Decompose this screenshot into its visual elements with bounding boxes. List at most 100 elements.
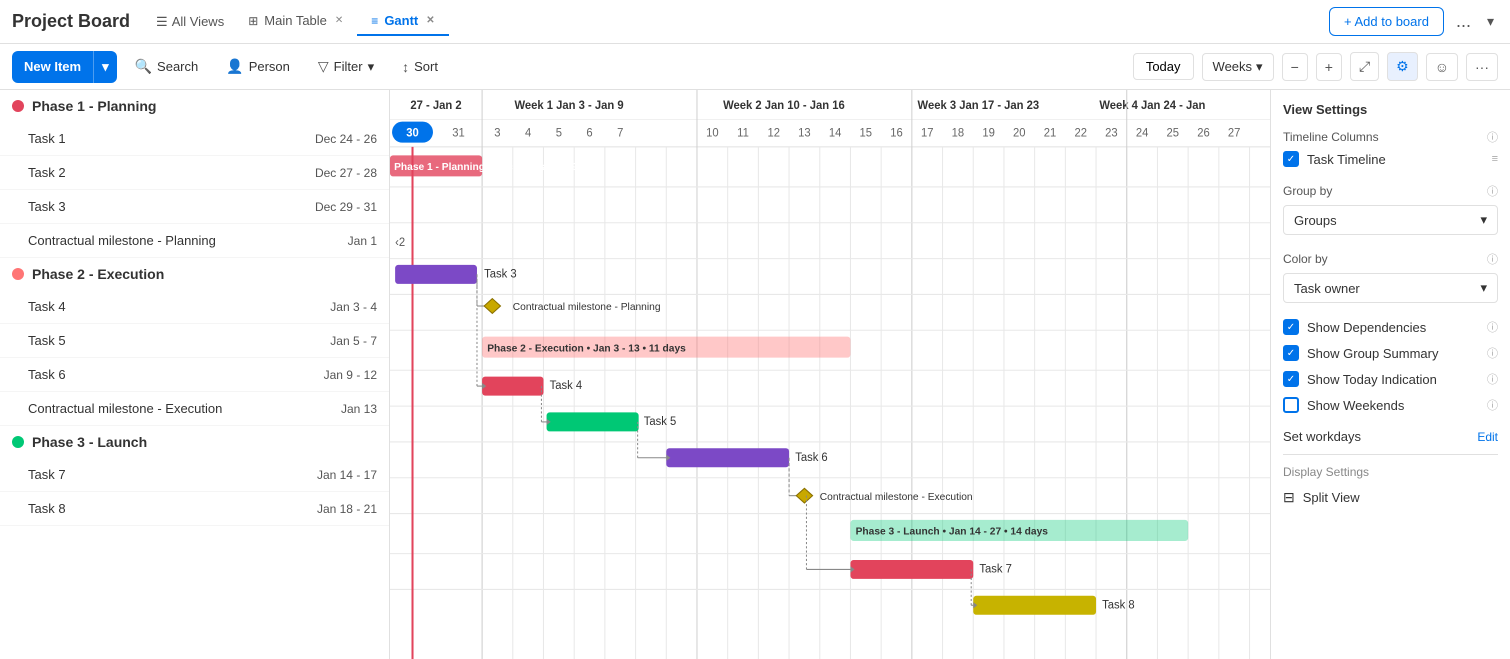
group-by-chevron: ▾ xyxy=(1480,212,1487,228)
svg-text:16: 16 xyxy=(890,127,903,139)
color-by-label: Color by ⓘ xyxy=(1283,251,1498,267)
group-by-section: Group by ⓘ Groups ▾ xyxy=(1283,183,1498,235)
checkmark-icon: ✓ xyxy=(1287,322,1295,333)
all-views-button[interactable]: ☰ All Views xyxy=(146,9,234,35)
new-item-button[interactable]: New Item ▾ xyxy=(12,51,117,83)
toolbar-right: Today Weeks ▾ − + ⤢ ⚙ ☺ ··· xyxy=(1133,52,1498,81)
group-phase2-header[interactable]: Phase 2 - Execution xyxy=(0,258,389,290)
show-group-summary-item: ✓ Show Group Summary ⓘ xyxy=(1283,345,1498,361)
show-today-item: ✓ Show Today Indication ⓘ xyxy=(1283,371,1498,387)
svg-text:‹2: ‹2 xyxy=(395,237,405,249)
checkboxes-section: ✓ Show Dependencies ⓘ ✓ Show Group Summa… xyxy=(1283,319,1498,413)
search-icon: 🔍 xyxy=(135,58,152,75)
sort-action[interactable]: ↕ Sort xyxy=(392,54,448,80)
svg-text:Week 1 Jan 3 - Jan 9: Week 1 Jan 3 - Jan 9 xyxy=(515,100,624,112)
filter-chevron: ▾ xyxy=(368,59,375,75)
svg-text:Contractual milestone - Planni: Contractual milestone - Planning xyxy=(513,302,661,313)
svg-text:13: 13 xyxy=(798,127,811,139)
checkmark-icon: ✓ xyxy=(1287,348,1295,359)
zoom-in-button[interactable]: + xyxy=(1316,53,1342,81)
group-by-dropdown[interactable]: Groups ▾ xyxy=(1283,205,1498,235)
person-action[interactable]: 👤 Person xyxy=(216,53,300,80)
show-today-info[interactable]: ⓘ xyxy=(1487,371,1498,387)
phase2-dot xyxy=(12,268,24,280)
fullscreen-button[interactable]: ⤢ xyxy=(1350,52,1379,81)
svg-text:Task 7: Task 7 xyxy=(979,563,1011,575)
task-row[interactable]: Task 3 Dec 29 - 31 xyxy=(0,190,389,224)
show-group-summary-checkbox[interactable]: ✓ xyxy=(1283,345,1299,361)
task-timeline-info[interactable]: ≡ xyxy=(1492,153,1498,165)
svg-text:6: 6 xyxy=(586,127,592,139)
task-timeline-checkbox[interactable]: ✓ xyxy=(1283,151,1299,167)
display-settings-title: Display Settings xyxy=(1283,465,1498,479)
svg-text:Phase 3 - Launch • Jan 14 - 27: Phase 3 - Launch • Jan 14 - 27 • 14 days xyxy=(856,527,1049,538)
search-action[interactable]: 🔍 Search xyxy=(125,53,209,80)
group-phase1-header[interactable]: Phase 1 - Planning xyxy=(0,90,389,122)
svg-text:26: 26 xyxy=(1197,127,1210,139)
svg-text:27: 27 xyxy=(1228,127,1241,139)
header-chevron-button[interactable]: ▾ xyxy=(1483,9,1498,34)
tab-main-table-close[interactable]: ✕ xyxy=(335,15,343,26)
show-today-checkbox[interactable]: ✓ xyxy=(1283,371,1299,387)
task-row[interactable]: Contractual milestone - Execution Jan 13 xyxy=(0,392,389,426)
svg-text:5: 5 xyxy=(556,127,562,139)
group-by-info[interactable]: ⓘ xyxy=(1487,183,1498,199)
svg-text:Task 3: Task 3 xyxy=(484,268,516,280)
toolbar-more-button[interactable]: ··· xyxy=(1466,53,1498,81)
svg-text:Contractual milestone - Execut: Contractual milestone - Execution xyxy=(820,492,973,503)
today-button[interactable]: Today xyxy=(1133,53,1194,80)
svg-text:3: 3 xyxy=(494,127,500,139)
svg-text:11: 11 xyxy=(737,127,749,139)
split-view-row[interactable]: ⊟ Split View xyxy=(1283,489,1498,506)
edit-workdays-link[interactable]: Edit xyxy=(1477,430,1498,444)
color-by-dropdown[interactable]: Task owner ▾ xyxy=(1283,273,1498,303)
app-title: Project Board xyxy=(12,11,130,32)
task-row[interactable]: Task 6 Jan 9 - 12 xyxy=(0,358,389,392)
new-item-caret[interactable]: ▾ xyxy=(93,51,117,83)
show-dep-info[interactable]: ⓘ xyxy=(1487,319,1498,335)
filter-icon: ▽ xyxy=(318,58,329,75)
show-dependencies-checkbox[interactable]: ✓ xyxy=(1283,319,1299,335)
tab-gantt-close[interactable]: ✕ xyxy=(426,15,434,26)
list-icon: ☰ xyxy=(156,14,168,30)
svg-text:Task 5: Task 5 xyxy=(644,416,676,428)
color-by-info[interactable]: ⓘ xyxy=(1487,251,1498,267)
task-row[interactable]: Task 2 Dec 27 - 28 xyxy=(0,156,389,190)
add-to-board-button[interactable]: + Add to board xyxy=(1329,7,1444,36)
show-weekends-checkbox[interactable] xyxy=(1283,397,1299,413)
zoom-out-button[interactable]: − xyxy=(1282,53,1308,81)
svg-text:15: 15 xyxy=(860,127,873,139)
timeline-columns-info[interactable]: ⓘ xyxy=(1487,129,1498,145)
task-row[interactable]: Task 4 Jan 3 - 4 xyxy=(0,290,389,324)
gantt-svg: 27 - Jan 2 Week 1 Jan 3 - Jan 9 Week 2 J… xyxy=(390,90,1270,659)
svg-text:Task 8: Task 8 xyxy=(1102,599,1134,611)
set-workdays-row: Set workdays Edit xyxy=(1283,429,1498,444)
svg-text:21: 21 xyxy=(1044,127,1057,139)
filter-action[interactable]: ▽ Filter ▾ xyxy=(308,53,384,80)
svg-text:Task 4: Task 4 xyxy=(550,380,583,392)
show-dependencies-item: ✓ Show Dependencies ⓘ xyxy=(1283,319,1498,335)
svg-text:Phase 1 - Planning • Dec 24 -: Phase 1 - Planning • Dec 24 - Jan 1 • 9 … xyxy=(394,162,604,173)
gantt-area: 27 - Jan 2 Week 1 Jan 3 - Jan 9 Week 2 J… xyxy=(390,90,1270,659)
smiley-button[interactable]: ☺ xyxy=(1426,53,1458,81)
task-row[interactable]: Task 5 Jan 5 - 7 xyxy=(0,324,389,358)
task-row[interactable]: Task 8 Jan 18 - 21 xyxy=(0,492,389,526)
group-phase3-header[interactable]: Phase 3 - Launch xyxy=(0,426,389,458)
task-row[interactable]: Task 1 Dec 24 - 26 xyxy=(0,122,389,156)
header-more-button[interactable]: ... xyxy=(1452,7,1475,36)
task-row[interactable]: Contractual milestone - Planning Jan 1 xyxy=(0,224,389,258)
weeks-selector[interactable]: Weeks ▾ xyxy=(1202,53,1274,81)
checkmark-icon: ✓ xyxy=(1287,374,1295,385)
settings-button[interactable]: ⚙ xyxy=(1387,52,1418,81)
show-group-info[interactable]: ⓘ xyxy=(1487,345,1498,361)
left-panel: Phase 1 - Planning Task 1 Dec 24 - 26 Ta… xyxy=(0,90,390,659)
weeks-chevron: ▾ xyxy=(1256,59,1263,75)
tab-main-table[interactable]: ⊞ Main Table ✕ xyxy=(234,7,357,36)
phase1-dot xyxy=(12,100,24,112)
show-weekends-item: Show Weekends ⓘ xyxy=(1283,397,1498,413)
task-row[interactable]: Task 7 Jan 14 - 17 xyxy=(0,458,389,492)
svg-text:24: 24 xyxy=(1136,127,1149,139)
tab-gantt[interactable]: ≡ Gantt ✕ xyxy=(357,7,448,36)
show-weekends-info[interactable]: ⓘ xyxy=(1487,397,1498,413)
svg-text:20: 20 xyxy=(1013,127,1026,139)
